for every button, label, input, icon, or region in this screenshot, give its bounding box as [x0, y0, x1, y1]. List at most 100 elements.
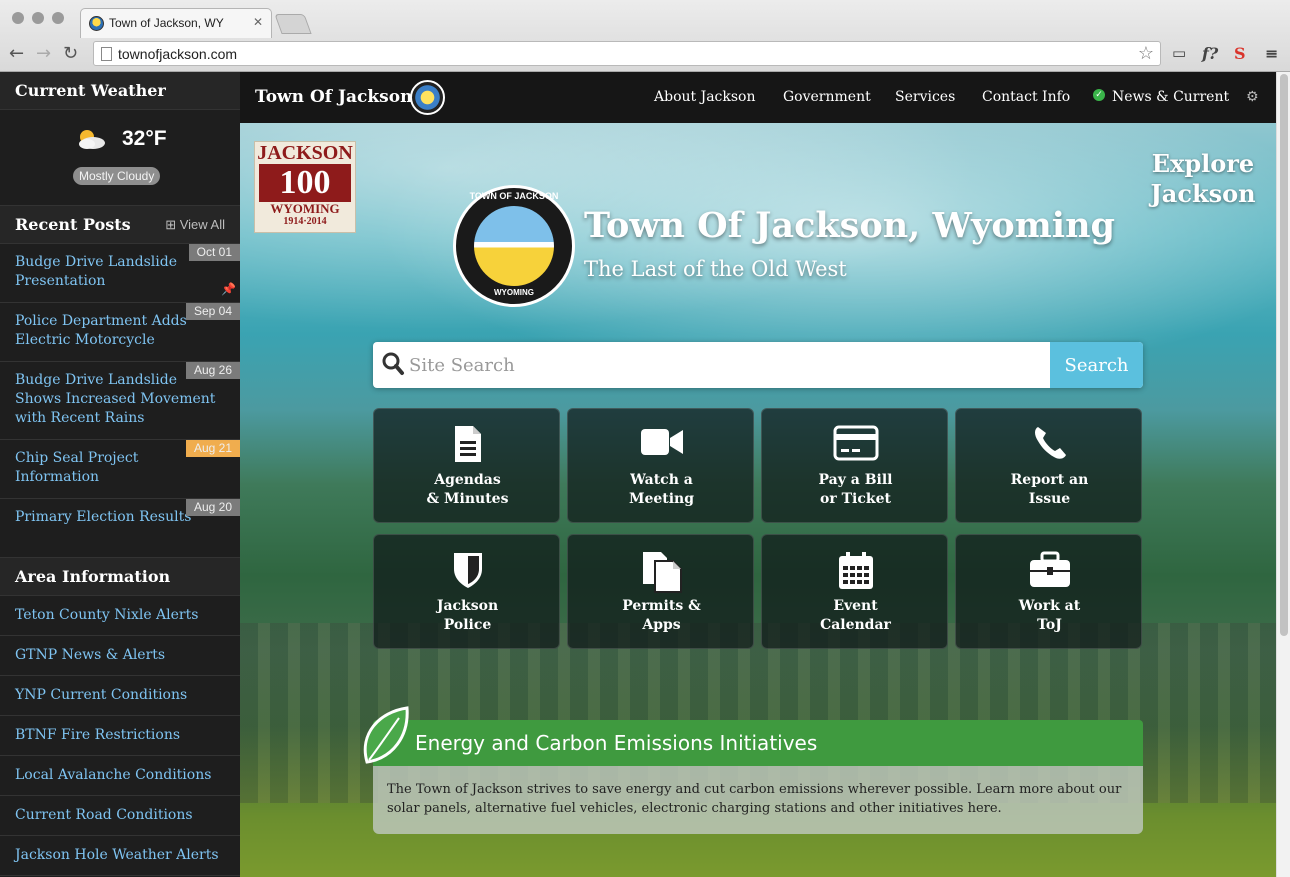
- top-navigation: Town Of Jackson About Jackson Government…: [240, 72, 1276, 123]
- recent-posts-list: Budge Drive Landslide Presentation Oct 01…: [0, 244, 240, 558]
- forward-icon[interactable]: →: [36, 43, 51, 64]
- tab-title: Town of Jackson, WY: [109, 16, 224, 30]
- post-title[interactable]: Budge Drive Landslide Presentation: [15, 253, 216, 291]
- pin-icon: 📌: [221, 282, 236, 296]
- badge-years: 1914·2014: [283, 216, 327, 227]
- minimize-window-icon[interactable]: [32, 12, 44, 24]
- tile-pay-bill[interactable]: Pay a Bill or Ticket: [761, 408, 948, 523]
- area-info-link[interactable]: Teton County Nixle Alerts: [0, 596, 240, 636]
- formula-extension-icon[interactable]: f?: [1202, 44, 1218, 63]
- weather-heading: Current Weather: [0, 72, 240, 110]
- nav-about-jackson[interactable]: About Jackson: [654, 89, 756, 105]
- tile-label: Watch a Meeting: [628, 472, 695, 507]
- recent-posts-heading: Recent Posts: [15, 215, 131, 234]
- post-date-badge: Oct 01: [188, 244, 240, 261]
- recent-post-item[interactable]: Primary Election Results Aug 20: [0, 499, 240, 558]
- address-bar[interactable]: townofjackson.com ☆: [93, 41, 1161, 66]
- zoom-window-icon[interactable]: [52, 12, 64, 24]
- url-text: townofjackson.com: [118, 46, 238, 62]
- area-info-link[interactable]: Local Avalanche Conditions: [0, 756, 240, 796]
- area-info-link[interactable]: GTNP News & Alerts: [0, 636, 240, 676]
- tile-work-at-toj[interactable]: Work at ToJ: [955, 534, 1142, 649]
- post-date-badge: Aug 20: [185, 499, 240, 516]
- area-info-link[interactable]: BTNF Fire Restrictions: [0, 716, 240, 756]
- partly-cloudy-icon: [79, 130, 105, 149]
- area-info-heading: Area Information: [0, 558, 240, 596]
- browser-chrome: Town of Jackson, WY ✕ ← → ↻ townofjackso…: [0, 0, 1290, 72]
- tile-label: Pay a Bill or Ticket: [818, 472, 893, 507]
- favicon-icon: [89, 16, 104, 31]
- tile-label: Report an Issue: [1010, 472, 1089, 507]
- scrollbar-thumb[interactable]: [1280, 74, 1288, 636]
- calendar-icon: [762, 551, 949, 591]
- tile-label: Permits & Apps: [622, 598, 701, 633]
- area-info-link[interactable]: YNP Current Conditions: [0, 676, 240, 716]
- energy-panel-title: Energy and Carbon Emissions Initiatives: [415, 731, 818, 755]
- recent-post-item[interactable]: Budge Drive Landslide Shows Increased Mo…: [0, 362, 240, 440]
- view-all-link[interactable]: ⊞ View All: [165, 217, 225, 233]
- back-icon[interactable]: ←: [9, 43, 24, 64]
- tile-label: Work at ToJ: [1018, 598, 1081, 633]
- centennial-badge: JACKSON 100 WYOMING 1914·2014: [254, 141, 356, 233]
- bookmark-star-icon[interactable]: ☆: [1138, 43, 1154, 64]
- tile-event-calendar[interactable]: Event Calendar: [761, 534, 948, 649]
- menu-icon[interactable]: ≡: [1265, 44, 1278, 63]
- recent-post-item[interactable]: Police Department Adds Electric Motorcyc…: [0, 303, 240, 362]
- credit-card-icon: [762, 425, 949, 465]
- phone-icon: [956, 425, 1143, 465]
- nav-government[interactable]: Government: [783, 89, 871, 105]
- tile-report-issue[interactable]: Report an Issue: [955, 408, 1142, 523]
- post-date-badge: Aug 21: [185, 440, 240, 457]
- seal-bottom-text: WYOMING: [494, 288, 534, 297]
- town-seal-icon[interactable]: [410, 80, 445, 115]
- close-tab-icon[interactable]: ✕: [253, 15, 263, 29]
- badge-number: 100: [259, 164, 351, 202]
- weather-temperature: 32°F: [122, 127, 167, 150]
- tile-label: Event Calendar: [820, 598, 891, 633]
- town-seal: TOWN OF JACKSON WYOMING: [453, 185, 575, 307]
- area-info-link[interactable]: Jackson Hole Weather Alerts: [0, 836, 240, 876]
- close-window-icon[interactable]: [12, 12, 24, 24]
- explore-jackson-link[interactable]: Explore Jackson: [1148, 149, 1258, 209]
- recent-post-item[interactable]: Chip Seal Project Information Aug 21: [0, 440, 240, 499]
- nav-news-current[interactable]: News & Current: [1112, 89, 1229, 105]
- shield-icon: [374, 551, 561, 591]
- seal-top-text: TOWN OF JACKSON: [469, 191, 559, 201]
- tile-watch-meeting[interactable]: Watch a Meeting: [567, 408, 754, 523]
- tile-permits-apps[interactable]: Permits & Apps: [567, 534, 754, 649]
- site-search-form: Search: [373, 342, 1143, 388]
- document-icon: [374, 425, 561, 465]
- badge-bottom-text: WYOMING: [270, 201, 340, 216]
- hero-banner: JACKSON 100 WYOMING 1914·2014 Explore Ja…: [240, 123, 1276, 877]
- weather-widget: 32°F Mostly Cloudy: [0, 110, 240, 206]
- new-tab-button[interactable]: [274, 14, 312, 34]
- browser-tab[interactable]: Town of Jackson, WY ✕: [80, 8, 272, 38]
- reload-icon[interactable]: ↻: [63, 43, 78, 64]
- tile-agendas-minutes[interactable]: Agendas & Minutes: [373, 408, 560, 523]
- post-title[interactable]: Budge Drive Landslide Shows Increased Mo…: [15, 371, 216, 428]
- briefcase-icon: [956, 551, 1143, 591]
- cast-icon[interactable]: ▭: [1172, 44, 1186, 62]
- search-input[interactable]: [407, 342, 1047, 388]
- area-info-link[interactable]: Current Road Conditions: [0, 796, 240, 836]
- energy-panel-header: Energy and Carbon Emissions Initiatives: [373, 720, 1143, 766]
- nav-contact-info[interactable]: Contact Info: [982, 89, 1070, 105]
- hero-subtitle: The Last of the Old West: [584, 257, 847, 281]
- sidebar: Current Weather 32°F Mostly Cloudy Recen…: [0, 72, 240, 877]
- nav-services[interactable]: Services: [895, 89, 955, 105]
- check-circle-icon: ✓: [1093, 89, 1105, 101]
- page-scrollbar[interactable]: [1276, 72, 1290, 877]
- site-name-link[interactable]: Town Of Jackson: [255, 87, 412, 107]
- view-all-label: View All: [179, 217, 225, 232]
- search-button[interactable]: Search: [1050, 342, 1143, 388]
- gears-icon[interactable]: ⚙: [1246, 89, 1259, 105]
- recent-post-item[interactable]: Budge Drive Landslide Presentation Oct 01…: [0, 244, 240, 303]
- energy-initiatives-panel[interactable]: Energy and Carbon Emissions Initiatives …: [363, 706, 1143, 835]
- post-date-badge: Aug 26: [185, 362, 240, 379]
- tile-label: Jackson Police: [436, 598, 499, 633]
- energy-panel-body: The Town of Jackson strives to save ener…: [373, 766, 1143, 834]
- tile-jackson-police[interactable]: Jackson Police: [373, 534, 560, 649]
- post-date-badge: Sep 04: [185, 303, 240, 320]
- s-extension-icon[interactable]: S: [1234, 44, 1246, 63]
- badge-top-text: JACKSON: [257, 142, 353, 164]
